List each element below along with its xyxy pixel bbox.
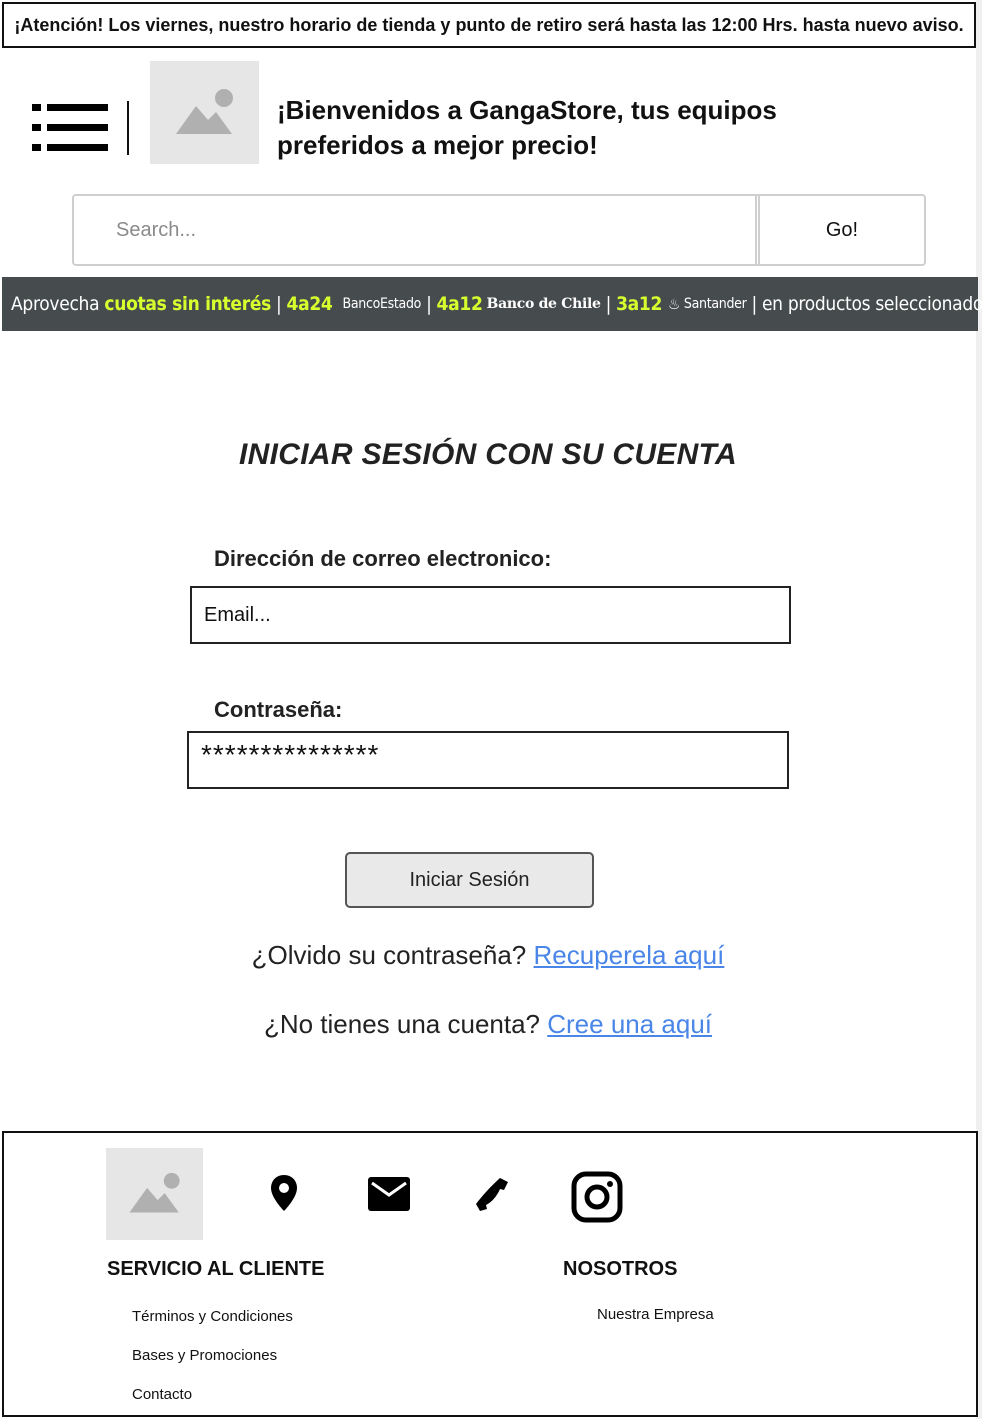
phone-icon[interactable] xyxy=(474,1176,510,1212)
promo-bank: Santander xyxy=(683,296,747,312)
promo-installments: 3a12 xyxy=(616,293,663,315)
promo-separator: | xyxy=(426,293,432,315)
email-field[interactable] xyxy=(190,586,791,644)
store-logo-image[interactable] xyxy=(150,61,259,164)
search-go-button[interactable]: Go! xyxy=(760,196,924,264)
create-account-link[interactable]: Cree una aquí xyxy=(547,1009,712,1039)
image-placeholder-icon xyxy=(128,1172,180,1213)
promo-tail: en productos seleccionados xyxy=(761,293,982,315)
notice-text: ¡Atención! Los viernes, nuestro horario … xyxy=(14,14,964,35)
search-input[interactable] xyxy=(74,196,756,264)
promo-highlight: cuotas sin interés xyxy=(104,293,272,315)
terms-link[interactable]: Términos y Condiciones xyxy=(132,1308,293,1325)
our-company-link[interactable]: Nuestra Empresa xyxy=(597,1306,714,1323)
email-label: Dirección de correo electronico: xyxy=(214,546,552,571)
notice-banner: ¡Atención! Los viernes, nuestro horario … xyxy=(2,2,976,48)
login-button[interactable]: Iniciar Sesión xyxy=(345,852,594,908)
recover-password-link[interactable]: Recuperela aquí xyxy=(534,940,725,970)
promo-lead: Aprovecha xyxy=(11,293,100,315)
promo-separator: | xyxy=(276,293,282,315)
promo-separator: | xyxy=(751,293,757,315)
signup-text: ¿No tienes una cuenta? xyxy=(263,1009,541,1039)
promotions-link[interactable]: Bases y Promociones xyxy=(132,1347,277,1364)
promo-installments: 4a24 xyxy=(286,293,333,315)
welcome-heading: ¡Bienvenidos a GangaStore, tus equipos p… xyxy=(277,95,777,160)
forgot-password-line: ¿Olvido su contraseña? Recuperela aquí xyxy=(0,940,976,971)
about-us-title: NOSOTROS xyxy=(563,1258,678,1280)
promo-separator: | xyxy=(605,293,612,315)
santander-flame-icon: ♨ xyxy=(668,295,680,313)
contact-link[interactable]: Contacto xyxy=(132,1386,192,1403)
mail-icon[interactable] xyxy=(368,1177,410,1211)
image-placeholder-icon xyxy=(175,88,233,134)
customer-service-title: SERVICIO AL CLIENTE xyxy=(107,1258,325,1280)
promo-bank: BancoEstado xyxy=(342,296,422,312)
forgot-password-text: ¿Olvido su contraseña? xyxy=(251,940,527,970)
instagram-icon[interactable] xyxy=(571,1171,623,1223)
hamburger-menu-icon[interactable] xyxy=(32,104,108,152)
location-icon[interactable] xyxy=(268,1173,300,1213)
promo-banner[interactable]: Aprovecha cuotas sin interés | 4a24 Banc… xyxy=(2,277,982,331)
password-field[interactable]: *************** xyxy=(187,731,789,789)
promo-installments: 4a12 xyxy=(436,293,483,315)
login-title: INICIAR SESIÓN CON SU CUENTA xyxy=(239,438,737,471)
header-divider xyxy=(127,101,129,155)
password-label: Contraseña: xyxy=(214,697,343,722)
promo-bank: Banco de Chile xyxy=(486,296,601,312)
footer-logo-image[interactable] xyxy=(106,1148,203,1240)
signup-line: ¿No tienes una cuenta? Cree una aquí xyxy=(0,1009,976,1040)
search-bar: Go! xyxy=(72,194,926,266)
